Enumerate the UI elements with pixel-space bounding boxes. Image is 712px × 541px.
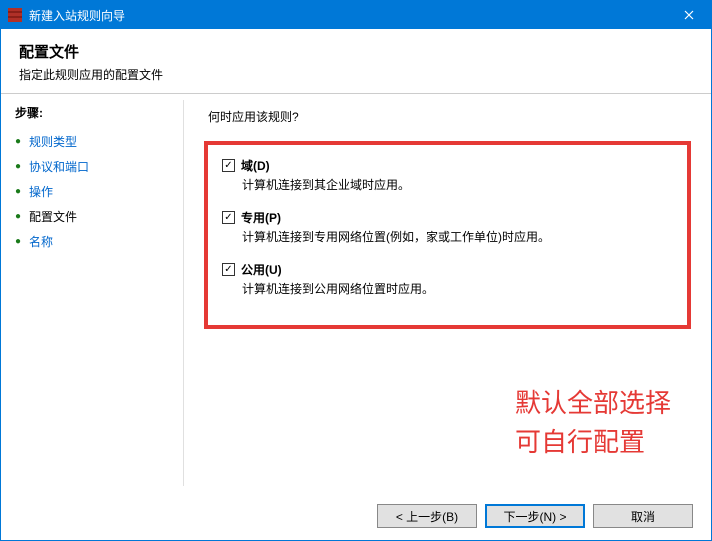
wizard-window: 新建入站规则向导 配置文件 指定此规则应用的配置文件 步骤: ● 规则类型 ● …: [0, 0, 712, 541]
step-label: 操作: [29, 183, 53, 200]
next-button[interactable]: 下一步(N) >: [485, 504, 585, 528]
option-label: 专用(P): [241, 209, 281, 226]
content-prompt: 何时应用该规则?: [208, 108, 693, 125]
step-profile[interactable]: ● 配置文件: [15, 204, 183, 229]
close-button[interactable]: [666, 1, 711, 29]
option-public: ✓ 公用(U) 计算机连接到公用网络位置时应用。: [222, 261, 673, 297]
step-label: 名称: [29, 233, 53, 250]
page-title: 配置文件: [19, 41, 693, 62]
option-desc: 计算机连接到公用网络位置时应用。: [242, 280, 673, 297]
step-label: 协议和端口: [29, 158, 89, 175]
option-private: ✓ 专用(P) 计算机连接到专用网络位置(例如，家或工作单位)时应用。: [222, 209, 673, 245]
wizard-footer: < 上一步(B) 下一步(N) > 取消: [1, 492, 711, 540]
step-action[interactable]: ● 操作: [15, 179, 183, 204]
step-label: 配置文件: [29, 208, 77, 225]
back-button[interactable]: < 上一步(B): [377, 504, 477, 528]
wizard-body: 步骤: ● 规则类型 ● 协议和端口 ● 操作 ● 配置文件 ● 名称: [1, 94, 711, 492]
page-subtitle: 指定此规则应用的配置文件: [19, 66, 693, 83]
option-desc: 计算机连接到其企业域时应用。: [242, 176, 673, 193]
option-domain: ✓ 域(D) 计算机连接到其企业域时应用。: [222, 157, 673, 193]
option-desc: 计算机连接到专用网络位置(例如，家或工作单位)时应用。: [242, 228, 673, 245]
titlebar: 新建入站规则向导: [1, 1, 711, 29]
titlebar-text: 新建入站规则向导: [29, 7, 666, 24]
steps-sidebar: 步骤: ● 规则类型 ● 协议和端口 ● 操作 ● 配置文件 ● 名称: [1, 94, 183, 492]
option-label: 公用(U): [241, 261, 282, 278]
bullet-icon: ●: [15, 136, 29, 147]
annotation-line: 默认全部选择: [515, 384, 671, 423]
bullet-icon: ●: [15, 186, 29, 197]
annotation-text: 默认全部选择 可自行配置: [515, 384, 671, 462]
bullet-icon: ●: [15, 211, 29, 222]
annotation-line: 可自行配置: [515, 423, 671, 462]
bullet-icon: ●: [15, 236, 29, 247]
step-protocol-port[interactable]: ● 协议和端口: [15, 154, 183, 179]
checkbox-private[interactable]: ✓: [222, 211, 235, 224]
step-name[interactable]: ● 名称: [15, 229, 183, 254]
options-highlight-box: ✓ 域(D) 计算机连接到其企业域时应用。 ✓ 专用(P) 计算机连接到专用网络…: [204, 141, 691, 329]
checkbox-domain[interactable]: ✓: [222, 159, 235, 172]
checkbox-public[interactable]: ✓: [222, 263, 235, 276]
option-label: 域(D): [241, 157, 270, 174]
wizard-header: 配置文件 指定此规则应用的配置文件: [1, 29, 711, 94]
wizard-content: 何时应用该规则? ✓ 域(D) 计算机连接到其企业域时应用。 ✓ 专用(P) 计…: [184, 94, 711, 492]
firewall-icon: [7, 7, 23, 23]
steps-heading: 步骤:: [15, 104, 183, 121]
step-label: 规则类型: [29, 133, 77, 150]
bullet-icon: ●: [15, 161, 29, 172]
cancel-button[interactable]: 取消: [593, 504, 693, 528]
step-rule-type[interactable]: ● 规则类型: [15, 129, 183, 154]
